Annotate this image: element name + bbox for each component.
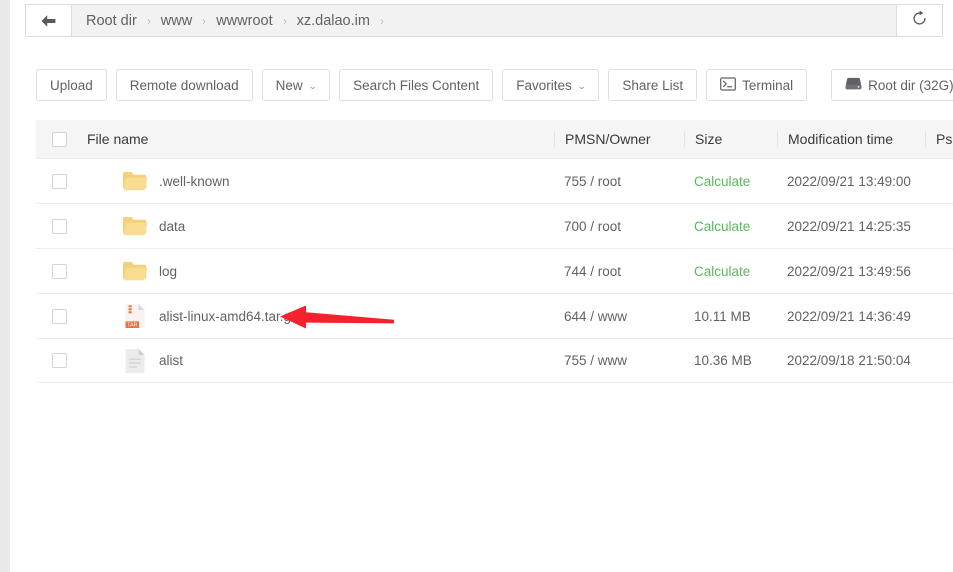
svg-text:TAR: TAR — [127, 322, 137, 328]
chevron-down-icon: ⌄ — [308, 81, 317, 92]
upload-label: Upload — [50, 78, 93, 93]
terminal-button[interactable]: Terminal — [706, 69, 807, 101]
cell-modification-time: 2022/09/21 13:49:56 — [777, 264, 925, 279]
root-dir-label: Root dir (32G) — [868, 78, 953, 93]
file-table: File name PMSN/Owner Size Modification t… — [36, 120, 953, 383]
size-value: 10.36 MB — [694, 353, 752, 368]
cell-size: 10.36 MB — [684, 353, 777, 368]
size-value: 10.11 MB — [694, 309, 751, 324]
terminal-label: Terminal — [742, 78, 793, 93]
harddisk-icon — [845, 77, 862, 94]
file-name-link[interactable]: alist-linux-amd64.tar.gz — [150, 309, 298, 324]
cell-file-name: data — [82, 215, 554, 237]
calculate-link[interactable]: Calculate — [694, 174, 750, 189]
breadcrumb: Root dir › www › wwwroot › xz.dalao.im › — [72, 5, 896, 36]
row-checkbox[interactable] — [52, 219, 67, 234]
favorites-button[interactable]: Favorites ⌄ — [502, 69, 599, 101]
terminal-icon — [720, 77, 736, 94]
cell-modification-time: 2022/09/21 14:36:49 — [777, 309, 925, 324]
remote-download-label: Remote download — [130, 78, 239, 93]
share-list-label: Share List — [622, 78, 683, 93]
table-body: .well-known 755 / root Calculate 2022/09/21… — [36, 158, 953, 383]
favorites-label: Favorites — [516, 78, 572, 93]
upload-button[interactable]: Upload — [36, 69, 107, 101]
row-checkbox-cell — [36, 264, 82, 279]
header-size[interactable]: Size — [684, 131, 777, 147]
cell-size[interactable]: Calculate — [684, 174, 777, 189]
header-file-name[interactable]: File name — [82, 131, 554, 147]
breadcrumb-item-2[interactable]: wwwroot — [216, 13, 272, 29]
row-checkbox[interactable] — [52, 353, 67, 368]
header-ps[interactable]: Ps — [925, 131, 953, 147]
folder-icon — [120, 170, 150, 192]
header-perm-owner[interactable]: PMSN/Owner — [554, 131, 684, 147]
cell-size[interactable]: Calculate — [684, 219, 777, 234]
cell-file-name: .well-known — [82, 170, 554, 192]
arrow-left-icon — [40, 14, 57, 28]
row-checkbox[interactable] — [52, 309, 67, 324]
file-manager-page: Root dir › www › wwwroot › xz.dalao.im ›… — [10, 0, 953, 572]
row-checkbox[interactable] — [52, 174, 67, 189]
share-list-button[interactable]: Share List — [608, 69, 697, 101]
breadcrumb-item-1[interactable]: www — [161, 13, 192, 29]
breadcrumb-item-0[interactable]: Root dir — [86, 13, 137, 29]
cell-modification-time: 2022/09/21 13:49:00 — [777, 174, 925, 189]
search-files-content-label: Search Files Content — [353, 78, 479, 93]
cell-modification-time: 2022/09/18 21:50:04 — [777, 353, 925, 368]
root-dir-button[interactable]: Root dir (32G) — [831, 69, 953, 101]
table-row[interactable]: data 700 / root Calculate 2022/09/21 14:25:… — [36, 203, 953, 248]
new-button[interactable]: New ⌄ — [262, 69, 331, 101]
cell-size[interactable]: Calculate — [684, 264, 777, 279]
refresh-button[interactable] — [896, 5, 942, 36]
select-all-checkbox-cell — [36, 132, 82, 147]
table-row[interactable]: log 744 / root Calculate 2022/09/21 13:49:5… — [36, 248, 953, 293]
breadcrumb-separator: › — [372, 14, 392, 28]
new-label: New — [276, 78, 303, 93]
file-name-link[interactable]: log — [150, 264, 177, 279]
table-row[interactable]: TAR alist-linux-amd64.tar.gz 644 / www 10.1… — [36, 293, 953, 338]
toolbar: Upload Remote download New ⌄ Search File… — [36, 69, 953, 101]
row-checkbox[interactable] — [52, 264, 67, 279]
row-checkbox-cell — [36, 219, 82, 234]
breadcrumb-separator: › — [274, 14, 294, 28]
row-checkbox-cell — [36, 174, 82, 189]
breadcrumb-item-3[interactable]: xz.dalao.im — [297, 13, 370, 29]
cell-modification-time: 2022/09/21 14:25:35 — [777, 219, 925, 234]
cell-perm-owner: 744 / root — [554, 264, 684, 279]
file-name-link[interactable]: data — [150, 219, 185, 234]
breadcrumb-separator: › — [139, 14, 159, 28]
calculate-link[interactable]: Calculate — [694, 264, 750, 279]
search-files-content-button[interactable]: Search Files Content — [339, 69, 493, 101]
file-icon — [120, 348, 150, 374]
table-row[interactable]: alist 755 / www 10.36 MB 2022/09/18 21:50:0… — [36, 338, 953, 383]
row-checkbox-cell — [36, 309, 82, 324]
cell-perm-owner: 644 / www — [554, 309, 684, 324]
file-name-link[interactable]: alist — [150, 353, 183, 368]
cell-file-name: alist — [82, 348, 554, 374]
back-button[interactable] — [26, 5, 72, 36]
archive-icon: TAR — [120, 303, 150, 329]
cell-perm-owner: 700 / root — [554, 219, 684, 234]
file-name-link[interactable]: .well-known — [150, 174, 230, 189]
folder-icon — [120, 260, 150, 282]
header-modification-time[interactable]: Modification time — [777, 131, 925, 147]
cell-file-name: log — [82, 260, 554, 282]
chevron-down-icon: ⌄ — [577, 81, 586, 92]
row-checkbox-cell — [36, 353, 82, 368]
table-header-row: File name PMSN/Owner Size Modification t… — [36, 120, 953, 158]
cell-perm-owner: 755 / root — [554, 174, 684, 189]
calculate-link[interactable]: Calculate — [694, 219, 750, 234]
cell-file-name: TAR alist-linux-amd64.tar.gz — [82, 303, 554, 329]
cell-size: 10.11 MB — [684, 309, 777, 324]
remote-download-button[interactable]: Remote download — [116, 69, 253, 101]
refresh-icon — [911, 10, 928, 32]
folder-icon — [120, 215, 150, 237]
breadcrumb-separator: › — [194, 14, 214, 28]
table-row[interactable]: .well-known 755 / root Calculate 2022/09/21… — [36, 158, 953, 203]
select-all-checkbox[interactable] — [52, 132, 67, 147]
breadcrumb-bar: Root dir › www › wwwroot › xz.dalao.im › — [25, 4, 943, 37]
cell-perm-owner: 755 / www — [554, 353, 684, 368]
